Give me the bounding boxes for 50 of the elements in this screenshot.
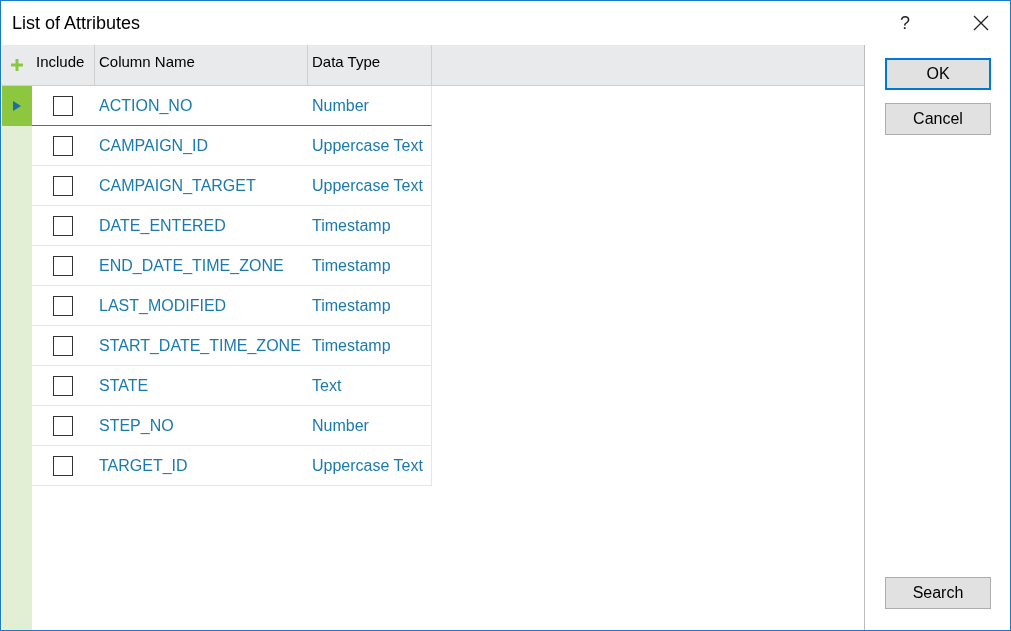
- include-checkbox[interactable]: [53, 415, 73, 436]
- table-row[interactable]: DATE_ENTERED Timestamp: [32, 206, 432, 246]
- include-checkbox[interactable]: [53, 455, 73, 476]
- column-header[interactable]: Include: [32, 45, 95, 85]
- include-checkbox[interactable]: [53, 335, 73, 356]
- table-row[interactable]: TARGET_ID Uppercase Text: [32, 446, 432, 486]
- table-row[interactable]: END_DATE_TIME_ZONE Timestamp: [32, 246, 432, 286]
- column-header[interactable]: Data Type: [308, 45, 432, 85]
- column-name-cell-text: CAMPAIGN_ID: [98, 136, 210, 155]
- data-type-cell-text: Number: [311, 416, 369, 435]
- column-name-cell-text: LAST_MODIFIED: [98, 296, 228, 315]
- column-name-cell-text: STEP_NO: [98, 416, 175, 435]
- include-checkbox[interactable]: [53, 375, 73, 396]
- column-name-cell-text: TARGET_ID: [98, 456, 189, 475]
- table-row[interactable]: ACTION_NO Number: [32, 86, 432, 126]
- include-checkbox[interactable]: [53, 95, 73, 116]
- window-title: List of Attributes: [12, 12, 142, 34]
- column-name-cell-text: START_DATE_TIME_ZONE: [98, 336, 302, 355]
- dialog-button[interactable]: Cancel: [885, 103, 991, 135]
- column-name-cell-text: ACTION_NO: [98, 96, 194, 115]
- include-checkbox[interactable]: [53, 255, 73, 276]
- data-type-cell-text: Timestamp: [311, 336, 391, 355]
- data-type-cell-text: Timestamp: [311, 216, 391, 235]
- column-header[interactable]: Column Name: [95, 45, 308, 85]
- include-checkbox[interactable]: [53, 215, 73, 236]
- help-button[interactable]: ?: [896, 12, 914, 34]
- include-checkbox[interactable]: [53, 175, 73, 196]
- table-row[interactable]: STATE Text: [32, 366, 432, 406]
- data-type-cell-text: Uppercase Text: [311, 136, 423, 155]
- include-checkbox[interactable]: [53, 135, 73, 156]
- include-checkbox[interactable]: [53, 295, 73, 316]
- table-row[interactable]: CAMPAIGN_TARGET Uppercase Text: [32, 166, 432, 206]
- current-row-icon: [13, 101, 21, 111]
- data-type-cell-text: Number: [311, 96, 369, 115]
- row-selector[interactable]: [2, 86, 32, 126]
- data-type-cell-text: Uppercase Text: [311, 456, 423, 475]
- dialog-button[interactable]: Search: [885, 577, 991, 609]
- table-row[interactable]: LAST_MODIFIED Timestamp: [32, 286, 432, 326]
- column-name-cell-text: STATE: [98, 376, 150, 395]
- column-name-cell-text: DATE_ENTERED: [98, 216, 227, 235]
- dialog-button[interactable]: OK: [885, 58, 991, 90]
- column-name-cell-text: END_DATE_TIME_ZONE: [98, 256, 285, 275]
- column-name-cell-text: CAMPAIGN_TARGET: [98, 176, 257, 195]
- table-row[interactable]: START_DATE_TIME_ZONE Timestamp: [32, 326, 432, 366]
- data-type-cell-text: Uppercase Text: [311, 176, 423, 195]
- data-type-cell-text: Text: [311, 376, 342, 395]
- data-type-cell-text: Timestamp: [311, 256, 391, 275]
- table-row[interactable]: CAMPAIGN_ID Uppercase Text: [32, 126, 432, 166]
- data-type-cell-text: Timestamp: [311, 296, 391, 315]
- table-row[interactable]: STEP_NO Number: [32, 406, 432, 446]
